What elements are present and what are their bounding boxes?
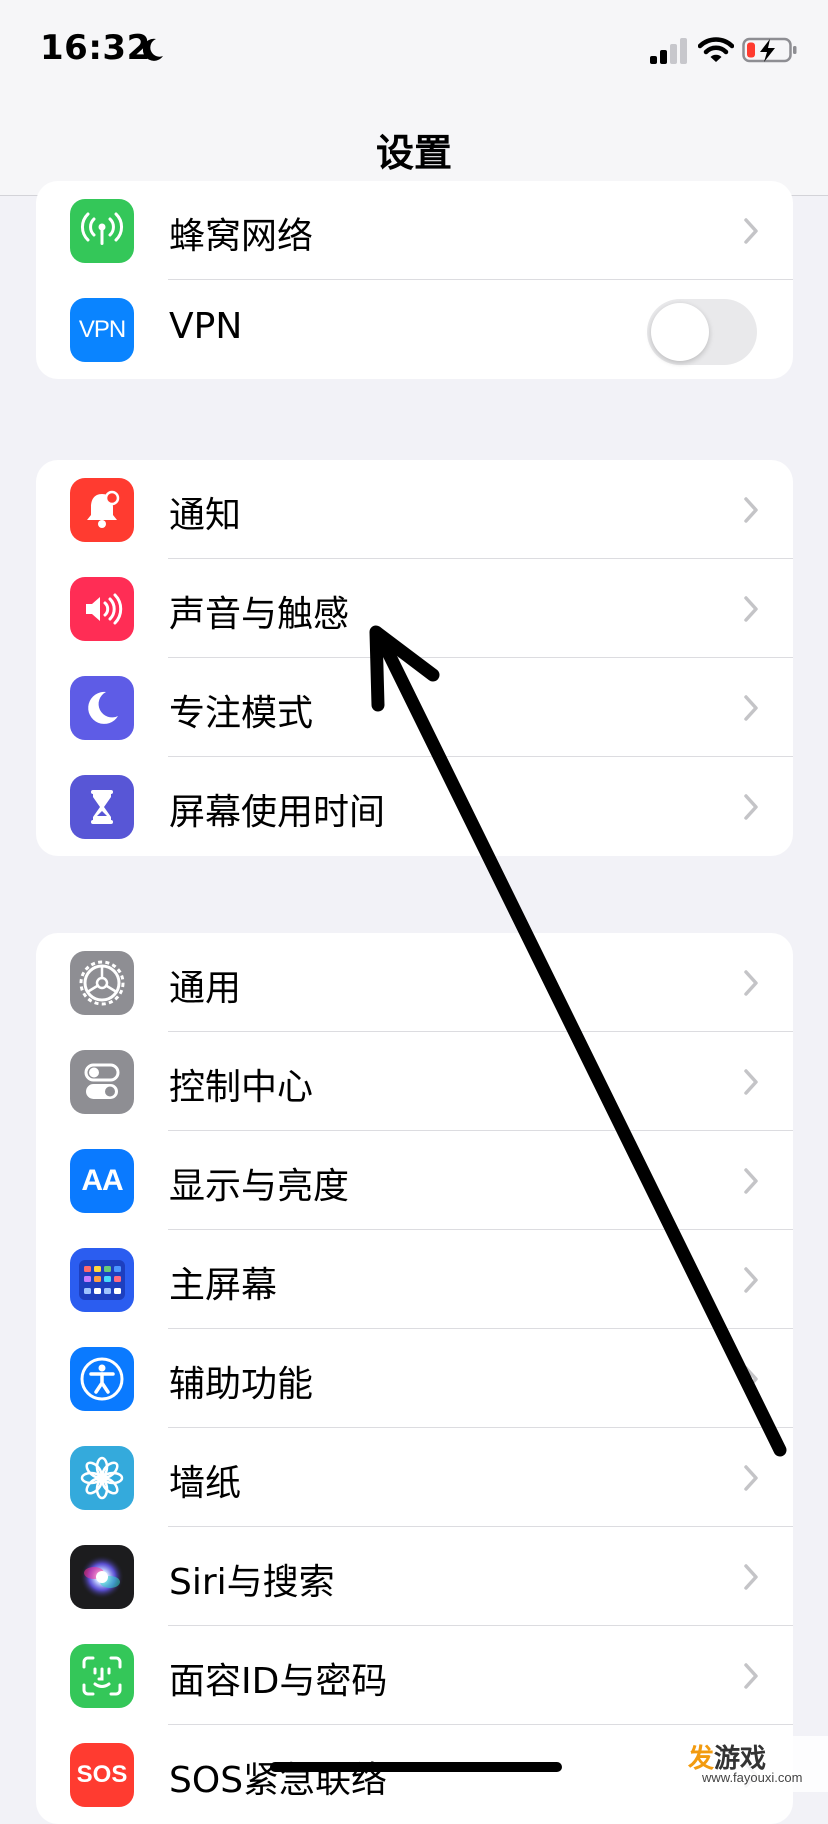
face-id-tile xyxy=(70,1644,134,1708)
settings-row-label: 面容ID与密码 xyxy=(169,1661,388,1702)
settings-row-label: 通知 xyxy=(169,495,242,536)
moon-icon xyxy=(88,691,118,724)
settings-row-general[interactable]: 通用 xyxy=(36,933,793,1032)
settings-row-face-id[interactable]: 面容ID与密码 xyxy=(36,1626,793,1725)
wallpaper-tile xyxy=(70,1446,134,1510)
cellular-tile xyxy=(70,199,134,263)
flower-icon xyxy=(80,1456,124,1500)
chevron-right-icon xyxy=(744,1465,758,1491)
settings-row-display[interactable]: AA 显示与亮度 xyxy=(36,1131,793,1230)
chevron-right-icon xyxy=(744,1564,758,1590)
chevron-right-icon xyxy=(744,1168,758,1194)
settings-row-cellular[interactable]: 蜂窝网络 xyxy=(36,181,793,280)
vpn-toggle[interactable] xyxy=(647,299,757,365)
app-grid-icon xyxy=(79,1260,125,1300)
chevron-right-icon xyxy=(744,1267,758,1293)
settings-group-connectivity: 蜂窝网络 VPN VPN xyxy=(36,181,793,379)
settings-row-label: 声音与触感 xyxy=(169,594,350,635)
sos-tile: SOS xyxy=(70,1743,134,1807)
chevron-right-icon xyxy=(744,970,758,996)
settings-row-control-center[interactable]: 控制中心 xyxy=(36,1032,793,1131)
toggle-knob xyxy=(651,303,709,361)
watermark: 发游戏 www.fayouxi.com xyxy=(680,1736,828,1792)
text-size-icon: AA xyxy=(81,1164,123,1197)
chevron-right-icon xyxy=(744,1663,758,1689)
hourglass-icon xyxy=(91,790,113,824)
siri-icon xyxy=(80,1555,124,1599)
chevron-right-icon xyxy=(744,218,758,244)
switches-icon xyxy=(84,1063,120,1099)
cellular-signal-icon xyxy=(650,38,687,64)
wifi-icon xyxy=(698,37,734,62)
settings-row-label: SOS紧急联络 xyxy=(169,1760,388,1801)
settings-group-notifications: 通知 声音与触感 专注模式 屏幕使用时间 xyxy=(36,460,793,856)
control-center-tile xyxy=(70,1050,134,1114)
vpn-tile: VPN xyxy=(70,298,134,362)
settings-row-vpn[interactable]: VPN VPN xyxy=(36,280,793,379)
settings-row-siri[interactable]: Siri与搜索 xyxy=(36,1527,793,1626)
general-tile xyxy=(70,951,134,1015)
gear-icon xyxy=(79,960,125,1006)
settings-row-label: 控制中心 xyxy=(169,1067,314,1108)
settings-row-label: 屏幕使用时间 xyxy=(169,792,386,833)
bell-icon xyxy=(87,490,120,528)
chevron-right-icon xyxy=(744,1069,758,1095)
settings-row-label: 主屏幕 xyxy=(169,1265,278,1306)
display-tile: AA xyxy=(70,1149,134,1213)
settings-row-sounds[interactable]: 声音与触感 xyxy=(36,559,793,658)
chevron-right-icon xyxy=(744,695,758,721)
screen-time-tile xyxy=(70,775,134,839)
settings-row-label: 墙纸 xyxy=(169,1463,242,1504)
siri-tile xyxy=(70,1545,134,1609)
notifications-tile xyxy=(70,478,134,542)
chevron-right-icon xyxy=(744,596,758,622)
settings-row-label: VPN xyxy=(169,306,243,347)
settings-row-label: 显示与亮度 xyxy=(169,1166,350,1207)
settings-group-general: 通用 控制中心 AA 显示与亮度 主屏幕 辅助功能 墙纸 Siri与搜索 面容I… xyxy=(36,933,793,1824)
vpn-icon: VPN xyxy=(78,316,126,343)
status-time: 16:32 xyxy=(40,28,151,68)
sos-icon: SOS xyxy=(76,1761,128,1788)
settings-row-label: 辅助功能 xyxy=(169,1364,314,1405)
settings-row-label: 通用 xyxy=(169,968,242,1009)
settings-row-label: 蜂窝网络 xyxy=(169,216,314,257)
accessibility-tile xyxy=(70,1347,134,1411)
settings-row-label: 专注模式 xyxy=(169,693,314,734)
moon-icon xyxy=(142,38,163,61)
status-bar: 16:32 xyxy=(0,0,828,100)
settings-row-wallpaper[interactable]: 墙纸 xyxy=(36,1428,793,1527)
settings-row-label: Siri与搜索 xyxy=(169,1562,335,1603)
settings-row-accessibility[interactable]: 辅助功能 xyxy=(36,1329,793,1428)
page-title: 设置 xyxy=(375,131,452,175)
focus-tile xyxy=(70,676,134,740)
settings-row-focus[interactable]: 专注模式 xyxy=(36,658,793,757)
face-id-icon xyxy=(82,1656,122,1696)
settings-row-notifications[interactable]: 通知 xyxy=(36,460,793,559)
accessibility-icon xyxy=(80,1357,124,1401)
battery-charging-icon xyxy=(742,37,797,63)
antenna-icon xyxy=(81,212,123,245)
chevron-right-icon xyxy=(744,794,758,820)
sounds-tile xyxy=(70,577,134,641)
chevron-right-icon xyxy=(744,1366,758,1392)
chevron-right-icon xyxy=(744,497,758,523)
speaker-icon xyxy=(86,593,123,625)
home-indicator[interactable] xyxy=(270,1762,562,1772)
settings-row-screen-time[interactable]: 屏幕使用时间 xyxy=(36,757,793,856)
watermark-url: www.fayouxi.com xyxy=(702,1770,803,1785)
settings-row-home-screen[interactable]: 主屏幕 xyxy=(36,1230,793,1329)
home-screen-tile xyxy=(70,1248,134,1312)
